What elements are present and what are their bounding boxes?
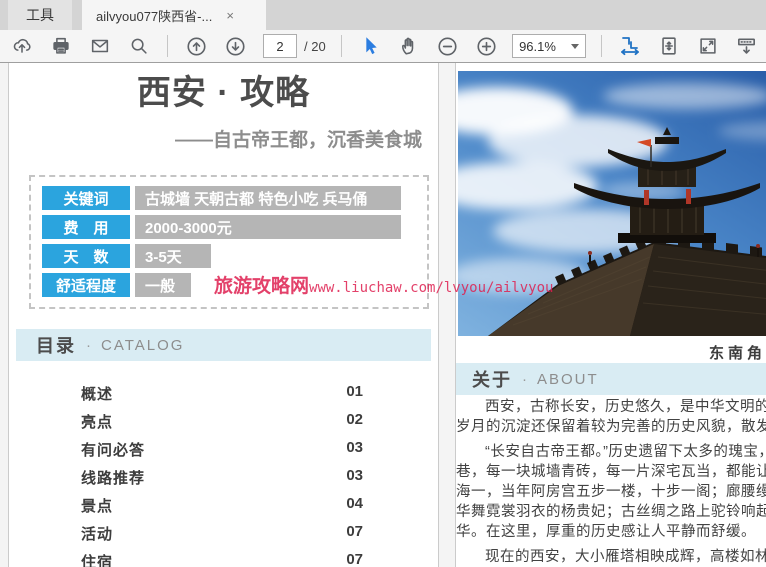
magnifier-icon	[128, 35, 150, 57]
catalog-section-header: 目录 · CATALOG	[16, 329, 431, 361]
info-label: 舒适程度	[42, 273, 130, 297]
info-value: 一般	[135, 273, 191, 297]
page-subtitle: ——自古帝王都，沉香美食城	[175, 125, 422, 152]
main-toolbar: / 20 96.1%	[0, 30, 766, 63]
info-value: 3-5天	[135, 244, 211, 268]
info-row-cost: 费 用 2000-3000元	[42, 215, 427, 239]
tab-document[interactable]: ailvyou077陕西省-... ×	[82, 0, 266, 30]
plus-circle-icon	[475, 35, 498, 58]
about-title-zh: 关于	[472, 366, 512, 392]
info-value: 古城墙 天朝古都 特色小吃 兵马俑	[135, 186, 401, 210]
about-paragraph: 现在的西安，大小雁塔相映成辉，高楼如林，现代化高 已成为西北的中心城市。街头各种…	[456, 547, 766, 567]
toolbar-separator	[601, 35, 602, 57]
toolbar-separator	[341, 35, 342, 57]
info-label: 天 数	[42, 244, 130, 268]
cloud-upload-icon	[11, 35, 33, 57]
arrow-up-circle-icon	[185, 35, 208, 58]
catalog-item: 景点 04	[9, 491, 438, 519]
fit-width-button[interactable]	[616, 33, 645, 59]
info-value: 2000-3000元	[135, 215, 401, 239]
pdf-page-left: 西安 · 攻略 ——自古帝王都，沉香美食城 关键词 古城墙 天朝古都 特色小吃 …	[8, 63, 439, 567]
info-label: 关键词	[42, 186, 130, 210]
chevron-down-icon	[571, 44, 579, 49]
cursor-arrow-icon	[359, 35, 381, 57]
envelope-icon	[89, 35, 111, 57]
info-label: 费 用	[42, 215, 130, 239]
pdf-page-right: 东南角楼 关于 · ABOUT 西安，古称长安，历史悠久，是中华文明的发扬地，历…	[455, 63, 766, 567]
info-row-days: 天 数 3-5天	[42, 244, 427, 268]
catalog-item: 住宿 07	[9, 547, 438, 567]
about-paragraphs: 西安，古称长安，历史悠久，是中华文明的发扬地，历 岁月的沉淀还保留着较为完善的历…	[456, 397, 766, 567]
share-button[interactable]	[8, 33, 37, 59]
collapse-toolbar-icon	[735, 35, 758, 58]
next-page-button[interactable]	[221, 33, 250, 59]
catalog-item: 线路推荐 03	[9, 463, 438, 491]
fullscreen-button[interactable]	[693, 33, 722, 59]
site-watermark: 旅游攻略网www.liuchaw.com/lvyou/ailvyou	[214, 271, 553, 298]
catalog-title-en: CATALOG	[101, 337, 184, 354]
zoom-level-dropdown[interactable]: 96.1%	[512, 34, 586, 58]
catalog-title-zh: 目录	[36, 332, 76, 358]
pdf-viewer-window: 工具 ailvyou077陕西省-... ×	[0, 0, 766, 567]
search-button[interactable]	[125, 33, 154, 59]
catalog-item: 亮点 02	[9, 407, 438, 435]
zoom-level-value: 96.1%	[519, 39, 556, 54]
page-number-input[interactable]	[263, 34, 297, 58]
fit-page-icon	[658, 35, 680, 57]
document-viewport[interactable]: 西安 · 攻略 ——自古帝王都，沉香美食城 关键词 古城墙 天朝古都 特色小吃 …	[0, 63, 766, 567]
catalog-list: 概述 01 亮点 02 有问必答 03 线路推荐 03 景点 04	[9, 379, 438, 567]
about-paragraph: “长安自古帝王都。”历史遗留下太多的瑰宝，似乎每 巷，每一块城墙青砖，每一片深宅…	[456, 442, 766, 542]
expand-icon	[697, 35, 719, 57]
close-icon[interactable]: ×	[226, 9, 234, 22]
info-row-keywords: 关键词 古城墙 天朝古都 特色小吃 兵马俑	[42, 186, 427, 210]
catalog-item: 活动 07	[9, 519, 438, 547]
previous-page-button[interactable]	[182, 33, 211, 59]
zoom-in-button[interactable]	[472, 33, 501, 59]
arrow-down-circle-icon	[224, 35, 247, 58]
select-tool-button[interactable]	[356, 33, 385, 59]
email-button[interactable]	[86, 33, 115, 59]
about-paragraph: 西安，古称长安，历史悠久，是中华文明的发扬地，历 岁月的沉淀还保留着较为完善的历…	[456, 397, 766, 437]
catalog-item: 概述 01	[9, 379, 438, 407]
hide-toolbar-button[interactable]	[732, 33, 761, 59]
zoom-out-button[interactable]	[433, 33, 462, 59]
watermark-url: www.liuchaw.com/lvyou/ailvyou	[309, 280, 553, 296]
dot-separator: ·	[522, 371, 527, 388]
hand-tool-icon	[398, 35, 420, 57]
hand-tool-button[interactable]	[395, 33, 424, 59]
tab-bar: 工具 ailvyou077陕西省-... ×	[0, 0, 766, 30]
page-title: 西安 · 攻略	[9, 65, 438, 114]
about-title-en: ABOUT	[537, 371, 599, 388]
about-section-header: 关于 · ABOUT	[456, 363, 766, 395]
dot-separator: ·	[86, 337, 91, 354]
photo-caption: 东南角楼	[709, 342, 766, 363]
tab-tools[interactable]: 工具	[8, 0, 72, 30]
watermark-site-name: 旅游攻略网	[214, 275, 309, 297]
fit-page-button[interactable]	[654, 33, 683, 59]
fit-width-icon	[618, 34, 642, 58]
page-total-label: / 20	[304, 39, 326, 54]
toolbar-separator	[167, 35, 168, 57]
tab-tools-label: 工具	[26, 5, 54, 25]
catalog-item: 有问必答 03	[9, 435, 438, 463]
tab-document-label: ailvyou077陕西省-...	[96, 6, 212, 25]
print-button[interactable]	[47, 33, 76, 59]
printer-icon	[50, 35, 72, 57]
minus-circle-icon	[436, 35, 459, 58]
